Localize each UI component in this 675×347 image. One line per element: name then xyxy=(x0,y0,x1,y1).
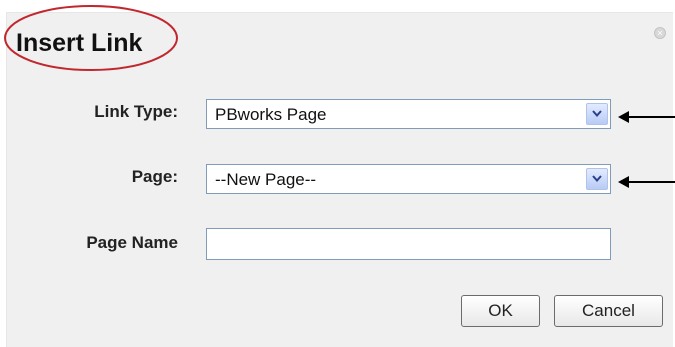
page-name-label: Page Name xyxy=(86,233,178,252)
page-name-input[interactable] xyxy=(206,228,611,260)
page-select[interactable]: --New Page-- xyxy=(206,164,611,194)
link-type-value: PBworks Page xyxy=(215,105,327,124)
page-label: Page: xyxy=(131,167,178,186)
link-type-select[interactable]: PBworks Page xyxy=(206,99,611,129)
arrow-pointing-page xyxy=(618,176,675,188)
chevron-down-icon xyxy=(592,175,602,183)
dialog-title: Insert Link xyxy=(16,29,143,57)
ok-button[interactable]: OK xyxy=(461,295,540,327)
insert-link-dialog: Insert Link × Link Type: PBworks Page Pa… xyxy=(0,0,675,347)
chevron-down-icon xyxy=(592,110,602,118)
cancel-button[interactable]: Cancel xyxy=(554,295,663,327)
link-type-label: Link Type: xyxy=(94,102,178,121)
close-icon[interactable]: × xyxy=(654,27,666,39)
arrow-pointing-link-type xyxy=(618,111,675,123)
page-dropdown-button[interactable] xyxy=(586,168,608,190)
page-value: --New Page-- xyxy=(215,170,317,189)
link-type-dropdown-button[interactable] xyxy=(586,103,608,125)
